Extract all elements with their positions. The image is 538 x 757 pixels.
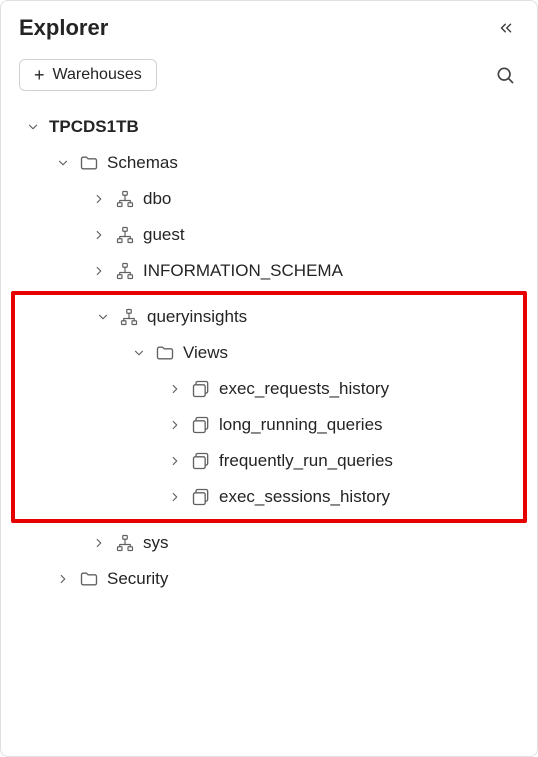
view-icon bbox=[191, 379, 211, 399]
tree-label-information-schema: INFORMATION_SCHEMA bbox=[143, 261, 343, 281]
tree-item-view-exec-sessions-history[interactable]: exec_sessions_history bbox=[15, 479, 523, 515]
collapse-panel-button[interactable] bbox=[493, 15, 519, 41]
tree-label-sys: sys bbox=[143, 533, 169, 553]
tree-item-schema-guest[interactable]: guest bbox=[11, 217, 527, 253]
tree-label-queryinsights: queryinsights bbox=[147, 307, 247, 327]
view-icon bbox=[191, 451, 211, 471]
tree-label-security: Security bbox=[107, 569, 168, 589]
schema-icon bbox=[115, 225, 135, 245]
chevron-right-icon bbox=[167, 417, 183, 433]
folder-icon bbox=[155, 343, 175, 363]
tree-item-schema-sys[interactable]: sys bbox=[11, 525, 527, 561]
warehouses-button-label: Warehouses bbox=[53, 66, 142, 84]
view-icon bbox=[191, 487, 211, 507]
tree-label-warehouse: TPCDS1TB bbox=[49, 117, 139, 137]
search-icon bbox=[495, 65, 515, 85]
view-icon bbox=[191, 415, 211, 435]
chevron-right-icon bbox=[167, 381, 183, 397]
tree-label-schemas: Schemas bbox=[107, 153, 178, 173]
tree-item-schemas[interactable]: Schemas bbox=[11, 145, 527, 181]
chevron-right-icon bbox=[91, 263, 107, 279]
chevron-down-icon bbox=[25, 119, 41, 135]
chevron-right-icon bbox=[167, 453, 183, 469]
folder-icon bbox=[79, 153, 99, 173]
chevron-double-left-icon bbox=[497, 19, 515, 37]
chevron-right-icon bbox=[91, 535, 107, 551]
schema-icon bbox=[119, 307, 139, 327]
tree-label-frequently-run-queries: frequently_run_queries bbox=[219, 451, 393, 471]
schema-icon bbox=[115, 533, 135, 553]
tree-item-schema-dbo[interactable]: dbo bbox=[11, 181, 527, 217]
explorer-header: Explorer bbox=[1, 1, 537, 49]
panel-title: Explorer bbox=[19, 15, 108, 41]
chevron-right-icon bbox=[167, 489, 183, 505]
plus-icon: + bbox=[34, 66, 45, 84]
tree-item-security[interactable]: Security bbox=[11, 561, 527, 597]
add-warehouses-button[interactable]: + Warehouses bbox=[19, 59, 157, 91]
tree-label-exec-sessions-history: exec_sessions_history bbox=[219, 487, 390, 507]
tree-label-guest: guest bbox=[143, 225, 185, 245]
explorer-tree: TPCDS1TB Schemas dbo guest bbox=[1, 101, 537, 605]
tree-item-warehouse[interactable]: TPCDS1TB bbox=[11, 109, 527, 145]
chevron-down-icon bbox=[95, 309, 111, 325]
search-button[interactable] bbox=[491, 61, 519, 89]
tree-label-exec-requests-history: exec_requests_history bbox=[219, 379, 389, 399]
tree-item-view-long-running-queries[interactable]: long_running_queries bbox=[15, 407, 523, 443]
tree-item-views[interactable]: Views bbox=[15, 335, 523, 371]
tree-label-long-running-queries: long_running_queries bbox=[219, 415, 383, 435]
tree-label-dbo: dbo bbox=[143, 189, 171, 209]
explorer-toolbar: + Warehouses bbox=[1, 49, 537, 101]
chevron-down-icon bbox=[131, 345, 147, 361]
tree-item-view-frequently-run-queries[interactable]: frequently_run_queries bbox=[15, 443, 523, 479]
schema-icon bbox=[115, 261, 135, 281]
tree-item-view-exec-requests-history[interactable]: exec_requests_history bbox=[15, 371, 523, 407]
chevron-right-icon bbox=[91, 191, 107, 207]
chevron-right-icon bbox=[55, 571, 71, 587]
tree-label-views: Views bbox=[183, 343, 228, 363]
tree-item-schema-queryinsights[interactable]: queryinsights bbox=[15, 299, 523, 335]
folder-icon bbox=[79, 569, 99, 589]
chevron-down-icon bbox=[55, 155, 71, 171]
chevron-right-icon bbox=[91, 227, 107, 243]
tree-item-schema-information-schema[interactable]: INFORMATION_SCHEMA bbox=[11, 253, 527, 289]
highlight-box: queryinsights Views exec_requests_histor… bbox=[11, 291, 527, 523]
schema-icon bbox=[115, 189, 135, 209]
